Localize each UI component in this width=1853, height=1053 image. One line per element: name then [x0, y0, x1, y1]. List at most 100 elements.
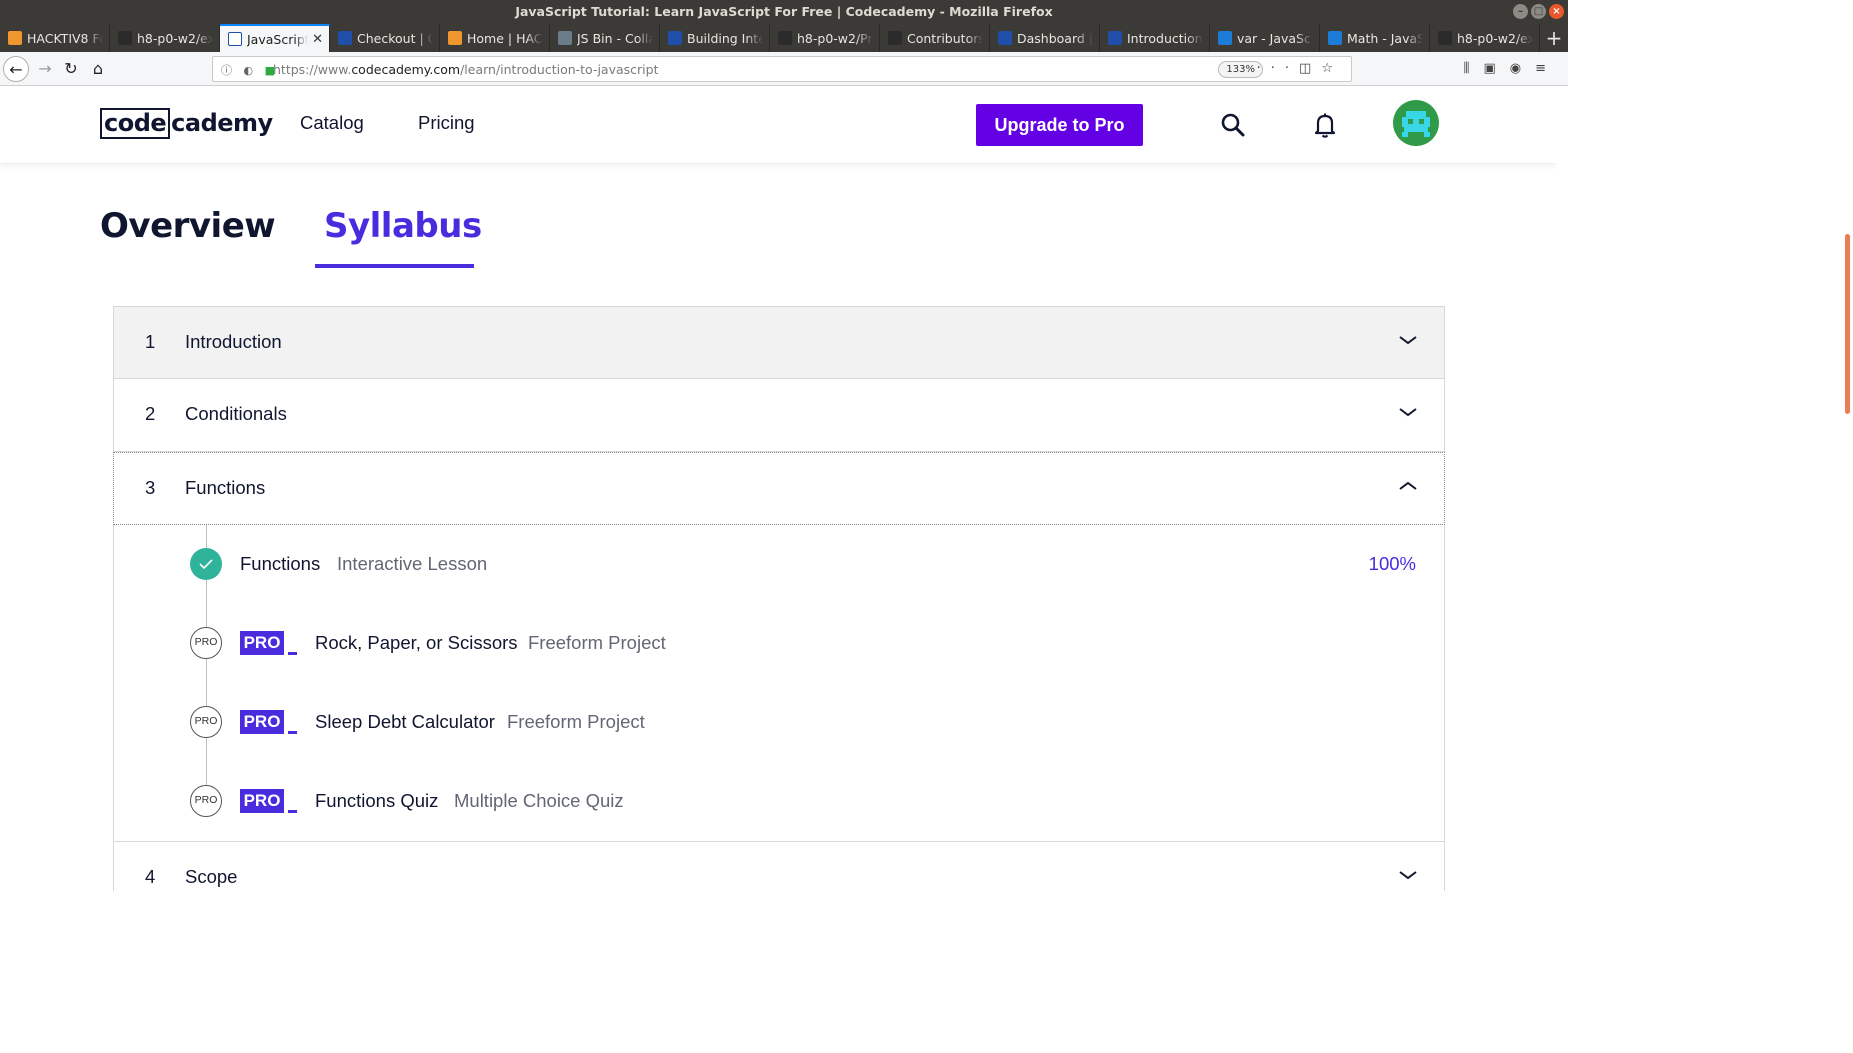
pocket-icon[interactable]: ◫: [1299, 61, 1321, 76]
module-functions[interactable]: 3 Functions: [113, 452, 1445, 525]
upgrade-to-pro-button[interactable]: Upgrade to Pro: [976, 104, 1143, 146]
module-scope[interactable]: 4 Scope: [113, 841, 1445, 891]
lesson-title[interactable]: Rock, Paper, or Scissors: [315, 632, 518, 654]
browser-tab[interactable]: Math - JavaSc: [1320, 24, 1430, 52]
bookmark-star-icon[interactable]: ☆: [1321, 61, 1343, 76]
search-icon[interactable]: [1218, 110, 1248, 140]
browser-tab[interactable]: h8-p0-w2/exe: [1430, 24, 1540, 52]
page-actions-icon[interactable]: ···: [1257, 61, 1299, 76]
url-bar[interactable]: ⓘ ◐ ■ https://www.codecademy.com/learn/i…: [212, 56, 1352, 82]
nav-catalog-link[interactable]: Catalog: [300, 112, 364, 134]
close-tab-icon[interactable]: ✕: [312, 32, 323, 47]
minimize-button[interactable]: –: [1513, 4, 1528, 19]
url-scheme: https://www.: [273, 62, 352, 77]
browser-tab[interactable]: HACKTIV8 Fo: [0, 24, 110, 52]
browser-tab-label: var - JavaScri: [1237, 30, 1313, 46]
github-icon: [118, 31, 132, 45]
chevron-down-icon[interactable]: [1398, 405, 1418, 419]
page-scrollbar[interactable]: [1841, 86, 1853, 891]
pro-badge-cursor: [288, 652, 297, 655]
browser-tab[interactable]: Checkout | Co: [330, 24, 440, 52]
window-titlebar: JavaScript Tutorial: Learn JavaScript Fo…: [0, 0, 1568, 24]
lesson-item[interactable]: PRO PRO Rock, Paper, or Scissors Freefor…: [114, 623, 1444, 663]
forward-button[interactable]: →: [32, 56, 58, 82]
codecademy-icon: [228, 32, 242, 46]
browser-tab-label: h8-p0-w2/exe: [1457, 30, 1533, 46]
nav-pricing-link[interactable]: Pricing: [418, 112, 475, 134]
url-host: codecademy.com: [351, 62, 461, 77]
browser-navbar: ← → ↻ ⌂ ⓘ ◐ ■ https://www.codecademy.com…: [0, 52, 1568, 86]
browser-tab[interactable]: JS Bin - Colla: [550, 24, 660, 52]
url-text[interactable]: https://www.codecademy.com/learn/introdu…: [273, 62, 658, 77]
browser-tab-label: Building Inte: [687, 30, 763, 46]
browser-tab-label: HACKTIV8 Fo: [27, 30, 103, 46]
menu-icon[interactable]: ≡: [1535, 61, 1560, 76]
github-icon: [1438, 31, 1452, 45]
completed-checkmark-icon: [190, 548, 222, 580]
browser-tab-label: h8-p0-w2/Pro: [797, 30, 873, 46]
browser-tab[interactable]: h8-p0-w2/Pro: [770, 24, 880, 52]
browser-tab[interactable]: var - JavaScri: [1210, 24, 1320, 52]
browser-tabstrip: HACKTIV8 Fo h8-p0-w2/exe JavaScript✕ Checko…: [0, 24, 1568, 52]
browser-tab-label: h8-p0-w2/exe: [137, 30, 213, 46]
browser-tab-label: JS Bin - Colla: [577, 30, 653, 46]
hacktiv8-icon: [448, 31, 462, 45]
module-number: 4: [145, 866, 156, 887]
browser-tab-label: Dashboard | C: [1017, 30, 1093, 46]
library-icon[interactable]: ⫼: [1463, 61, 1483, 76]
notifications-bell-icon[interactable]: [1310, 110, 1340, 140]
close-window-button[interactable]: ×: [1549, 4, 1564, 19]
pro-badge: PRO: [240, 631, 284, 655]
lesson-title[interactable]: Sleep Debt Calculator: [315, 711, 495, 733]
scrollbar-thumb[interactable]: [1845, 234, 1850, 414]
lesson-item[interactable]: Functions Interactive Lesson 100%: [114, 544, 1444, 584]
browser-tab[interactable]: Dashboard | C: [990, 24, 1100, 52]
pro-badge: PRO: [240, 710, 284, 734]
chevron-down-icon[interactable]: [1398, 333, 1418, 347]
lesson-item[interactable]: PRO PRO Functions Quiz Multiple Choice Q…: [114, 781, 1444, 821]
browser-tab[interactable]: Building Inte: [660, 24, 770, 52]
browser-tab[interactable]: JavaScript ✕: [220, 24, 330, 52]
browser-tab[interactable]: Introduction: [1100, 24, 1210, 52]
browser-tab[interactable]: Home | HACK: [440, 24, 550, 52]
github-icon: [888, 31, 902, 45]
github-icon: [778, 31, 792, 45]
lesson-type: Multiple Choice Quiz: [454, 790, 624, 811]
lesson-type: Freeform Project: [528, 632, 666, 653]
user-avatar[interactable]: [1393, 100, 1439, 146]
chevron-up-icon[interactable]: [1398, 479, 1418, 493]
lesson-item[interactable]: PRO PRO Sleep Debt Calculator Freeform P…: [114, 702, 1444, 742]
module-number: 2: [145, 403, 156, 424]
account-icon[interactable]: ◉: [1510, 61, 1535, 76]
pro-badge-cursor: [288, 731, 297, 734]
browser-tab-label: Contributors: [907, 30, 983, 46]
site-info-icon[interactable]: ⓘ ◐ ■: [221, 62, 279, 78]
module-title: Conditionals: [185, 403, 287, 424]
browser-tab-label: Math - JavaSc: [1347, 30, 1423, 46]
active-tab-indicator: [315, 264, 474, 268]
chevron-down-icon[interactable]: [1398, 868, 1418, 882]
browser-tab[interactable]: h8-p0-w2/exe: [110, 24, 220, 52]
codecademy-logo[interactable]: code cademy: [100, 108, 273, 139]
mdn-icon: [1218, 31, 1232, 45]
mdn-icon: [1328, 31, 1342, 45]
browser-tab-label: JavaScript: [247, 31, 309, 47]
lesson-progress: 100%: [1368, 553, 1416, 574]
sidebar-icon[interactable]: ▣: [1483, 61, 1509, 76]
home-button[interactable]: ⌂: [85, 56, 111, 82]
new-tab-button[interactable]: +: [1540, 24, 1568, 52]
module-conditionals[interactable]: 2 Conditionals: [113, 379, 1445, 452]
browser-tab[interactable]: Contributors: [880, 24, 990, 52]
tab-overview[interactable]: Overview: [100, 206, 276, 246]
codecademy-icon: [338, 31, 352, 45]
back-button[interactable]: ←: [3, 56, 29, 82]
module-title: Scope: [185, 866, 238, 887]
lesson-title[interactable]: Functions Quiz: [315, 790, 438, 812]
tab-syllabus[interactable]: Syllabus: [324, 206, 482, 246]
module-introduction[interactable]: 1 Introduction: [113, 306, 1445, 379]
hacktiv8-icon: [8, 31, 22, 45]
maximize-button[interactable]: □: [1531, 4, 1546, 19]
lesson-title[interactable]: Functions: [240, 553, 320, 575]
reload-button[interactable]: ↻: [58, 56, 84, 82]
avatar-icon: [1402, 111, 1430, 137]
